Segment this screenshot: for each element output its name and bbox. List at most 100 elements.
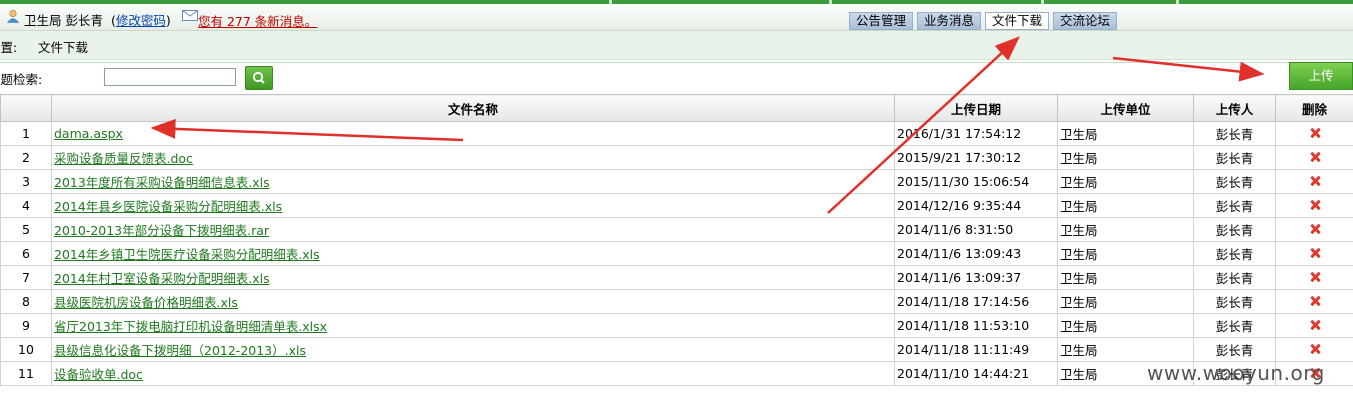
delete-icon[interactable]	[1310, 344, 1320, 354]
col-uploader[interactable]: 上传人	[1193, 94, 1276, 122]
col-file-name[interactable]: 文件名称	[51, 94, 895, 122]
delete-cell	[1275, 217, 1353, 242]
upload-unit: 卫生局	[1057, 289, 1194, 314]
row-index: 1	[0, 121, 52, 146]
upload-date: 2015/11/30 15:06:54	[894, 169, 1058, 194]
file-link[interactable]: 2014年村卫室设备采购分配明细表.xls	[54, 271, 270, 286]
delete-icon[interactable]	[1310, 296, 1320, 306]
header-bar: 卫生局 彭长青 (修改密码) 您有 277 条新消息。 公告管理 业务消息 文件…	[0, 4, 1353, 31]
file-link[interactable]: 采购设备质量反馈表.doc	[54, 151, 193, 166]
tab-announcements[interactable]: 公告管理	[849, 12, 914, 30]
file-link[interactable]: 2013年度所有采购设备明细信息表.xls	[54, 175, 270, 190]
change-password-link[interactable]: 修改密码	[116, 13, 166, 28]
file-name-cell: 省厅2013年下拨电脑打印机设备明细清单表.xlsx	[51, 313, 895, 338]
table-row: 4 2014年县乡医院设备采购分配明细表.xls 2014/12/16 9:35:4…	[0, 193, 1353, 218]
file-link[interactable]: 2014年乡镇卫生院医疗设备采购分配明细表.xls	[54, 247, 320, 262]
col-upload-date[interactable]: 上传日期	[894, 94, 1058, 122]
row-index: 6	[0, 241, 52, 266]
watermark: www.wooyun.org	[1147, 361, 1325, 385]
upload-unit: 卫生局	[1057, 265, 1194, 290]
delete-icon[interactable]	[1310, 152, 1320, 162]
file-table: 文件名称 上传日期 上传单位 上传人 删除 1 dama.aspx 2016/1/3…	[0, 94, 1353, 386]
delete-cell	[1275, 313, 1353, 338]
file-name-cell: 设备验收单.doc	[51, 361, 895, 386]
row-index: 5	[0, 217, 52, 242]
row-index: 7	[0, 265, 52, 290]
org-name: 卫生局	[24, 13, 62, 28]
delete-icon[interactable]	[1310, 272, 1320, 282]
upload-date: 2016/1/31 17:54:12	[894, 121, 1058, 146]
tab-forum[interactable]: 交流论坛	[1053, 12, 1118, 30]
upload-unit: 卫生局	[1057, 217, 1194, 242]
uploader: 彭长青	[1193, 121, 1276, 146]
new-message-link[interactable]: 您有 277 条新消息。	[198, 11, 317, 30]
file-link[interactable]: 县级信息化设备下拨明细（2012-2013）.xls	[54, 343, 306, 358]
upload-unit: 卫生局	[1057, 337, 1194, 362]
upload-button[interactable]: 上传	[1289, 62, 1353, 90]
user-icon	[6, 9, 20, 23]
upload-date: 2014/11/10 14:44:21	[894, 361, 1058, 386]
upload-unit: 卫生局	[1057, 145, 1194, 170]
delete-icon[interactable]	[1310, 200, 1320, 210]
upload-unit: 卫生局	[1057, 313, 1194, 338]
top-nav-tabs: 公告管理 业务消息 文件下载 交流论坛	[849, 12, 1121, 30]
file-name-cell: 2014年乡镇卫生院医疗设备采购分配明细表.xls	[51, 241, 895, 266]
upload-date: 2014/11/18 11:53:10	[894, 313, 1058, 338]
table-row: 7 2014年村卫室设备采购分配明细表.xls 2014/11/6 13:09:37…	[0, 265, 1353, 290]
file-link[interactable]: 设备验收单.doc	[54, 367, 143, 382]
file-name-cell: 采购设备质量反馈表.doc	[51, 145, 895, 170]
uploader: 彭长青	[1193, 217, 1276, 242]
uploader: 彭长青	[1193, 145, 1276, 170]
delete-icon[interactable]	[1310, 128, 1320, 138]
upload-unit: 卫生局	[1057, 169, 1194, 194]
delete-icon[interactable]	[1310, 176, 1320, 186]
table-header-row: 文件名称 上传日期 上传单位 上传人 删除	[0, 94, 1353, 122]
upload-unit: 卫生局	[1057, 121, 1194, 146]
row-index: 10	[0, 337, 52, 362]
delete-icon[interactable]	[1310, 248, 1320, 258]
upload-date: 2014/12/16 9:35:44	[894, 193, 1058, 218]
delete-cell	[1275, 145, 1353, 170]
uploader: 彭长青	[1193, 193, 1276, 218]
delete-icon[interactable]	[1310, 224, 1320, 234]
table-row: 1 dama.aspx 2016/1/31 17:54:12 卫生局 彭长青	[0, 121, 1353, 146]
delete-icon[interactable]	[1310, 320, 1320, 330]
search-icon	[252, 71, 265, 84]
search-button[interactable]	[245, 66, 273, 90]
file-link[interactable]: 县级医院机房设备价格明细表.xls	[54, 295, 238, 310]
uploader: 彭长青	[1193, 169, 1276, 194]
delete-cell	[1275, 337, 1353, 362]
row-index: 9	[0, 313, 52, 338]
col-upload-unit[interactable]: 上传单位	[1057, 94, 1194, 122]
file-link[interactable]: 2014年县乡医院设备采购分配明细表.xls	[54, 199, 282, 214]
file-link[interactable]: 2010-2013年部分设备下拨明细表.rar	[54, 223, 269, 238]
search-bar: 标题检索:	[0, 62, 1353, 93]
user-info: 卫生局 彭长青 (修改密码)	[24, 13, 171, 28]
tab-business-messages[interactable]: 业务消息	[917, 12, 982, 30]
uploader: 彭长青	[1193, 289, 1276, 314]
table-row: 10 县级信息化设备下拨明细（2012-2013）.xls 2014/11/18 1…	[0, 337, 1353, 362]
upload-date: 2015/9/21 17:30:12	[894, 145, 1058, 170]
file-name-cell: dama.aspx	[51, 121, 895, 146]
delete-cell	[1275, 193, 1353, 218]
file-name-cell: 2014年村卫室设备采购分配明细表.xls	[51, 265, 895, 290]
file-name-cell: 县级医院机房设备价格明细表.xls	[51, 289, 895, 314]
col-delete: 删除	[1275, 94, 1353, 122]
search-input[interactable]	[104, 68, 236, 86]
user-name: 彭长青	[65, 13, 104, 28]
upload-date: 2014/11/6 8:31:50	[894, 217, 1058, 242]
table-row: 3 2013年度所有采购设备明细信息表.xls 2015/11/30 15:06:5…	[0, 169, 1353, 194]
upload-date: 2014/11/18 11:11:49	[894, 337, 1058, 362]
file-link[interactable]: dama.aspx	[54, 126, 123, 141]
breadcrumb-prefix: 位置:	[0, 40, 18, 55]
breadcrumb-current: 文件下载	[38, 40, 89, 55]
upload-unit: 卫生局	[1057, 193, 1194, 218]
table-row: 2 采购设备质量反馈表.doc 2015/9/21 17:30:12 卫生局 彭长青	[0, 145, 1353, 170]
upload-date: 2014/11/6 13:09:37	[894, 265, 1058, 290]
mail-icon[interactable]	[182, 10, 198, 21]
file-link[interactable]: 省厅2013年下拨电脑打印机设备明细清单表.xlsx	[54, 319, 327, 334]
file-name-cell: 2014年县乡医院设备采购分配明细表.xls	[51, 193, 895, 218]
uploader: 彭长青	[1193, 265, 1276, 290]
upload-unit: 卫生局	[1057, 241, 1194, 266]
tab-file-download[interactable]: 文件下载	[985, 12, 1050, 30]
